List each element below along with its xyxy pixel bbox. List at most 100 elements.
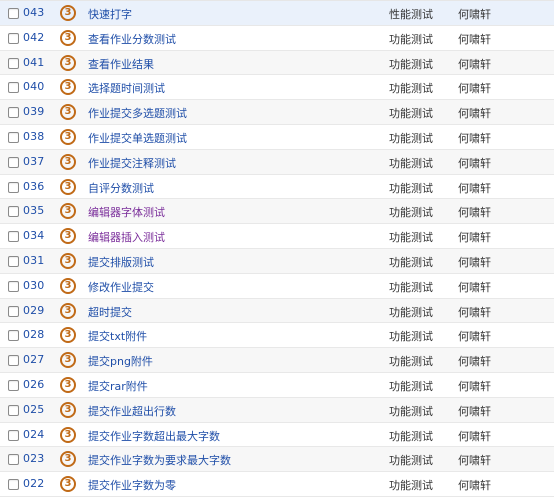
table-row[interactable]: 030 3 修改作业提交 功能测试 何啸轩	[0, 273, 554, 299]
row-checkbox[interactable]	[8, 82, 19, 94]
row-checkbox[interactable]	[8, 181, 19, 193]
row-checkbox[interactable]	[8, 231, 19, 243]
case-title-link[interactable]: 超时提交	[88, 304, 132, 320]
row-checkbox[interactable]	[8, 107, 19, 119]
table-row[interactable]: 040 3 选择题时间测试 功能测试 何啸轩	[0, 75, 554, 101]
case-id[interactable]: 042	[23, 31, 44, 44]
table-row[interactable]: 029 3 超时提交 功能测试 何啸轩	[0, 298, 554, 324]
case-id[interactable]: 038	[23, 130, 44, 143]
table-row[interactable]: 022 3 提交作业字数为零 功能测试 何啸轩	[0, 472, 554, 497]
table-row[interactable]: 042 3 查看作业分数测试 功能测试 何啸轩	[0, 25, 554, 51]
case-title-link[interactable]: 提交排版测试	[88, 254, 154, 270]
case-id[interactable]: 026	[23, 378, 44, 391]
case-id[interactable]: 035	[23, 204, 44, 217]
priority-badge: 3	[60, 228, 76, 245]
case-title-link[interactable]: 自评分数测试	[88, 180, 154, 196]
priority-badge: 3	[60, 426, 76, 443]
table-row[interactable]: 034 3 编辑器插入测试 功能测试 何啸轩	[0, 224, 554, 249]
case-title-link[interactable]: 查看作业结果	[88, 56, 154, 72]
row-checkbox[interactable]	[8, 305, 19, 317]
table-row[interactable]: 037 3 作业提交注释测试 功能测试 何啸轩	[0, 149, 554, 175]
case-type: 功能测试	[389, 82, 433, 96]
case-title-link[interactable]: 提交作业字数超出最大字数	[88, 428, 220, 444]
row-checkbox[interactable]	[8, 57, 19, 69]
row-checkbox[interactable]	[8, 131, 19, 143]
case-title-link[interactable]: 选择题时间测试	[88, 80, 165, 96]
table-row[interactable]: 026 3 提交rar附件 功能测试 何啸轩	[0, 372, 554, 398]
case-title-link[interactable]: 作业提交单选题测试	[88, 130, 187, 146]
case-id[interactable]: 028	[23, 328, 44, 341]
table-row[interactable]: 024 3 提交作业字数超出最大字数 功能测试 何啸轩	[0, 422, 554, 448]
case-id[interactable]: 029	[23, 304, 44, 317]
priority-badge: 3	[60, 128, 76, 145]
table-row[interactable]: 039 3 作业提交多选题测试 功能测试 何啸轩	[0, 100, 554, 125]
case-title-link[interactable]: 提交png附件	[88, 353, 153, 369]
case-title-link[interactable]: 编辑器插入测试	[88, 229, 165, 245]
row-checkbox[interactable]	[8, 379, 19, 391]
row-checkbox[interactable]	[8, 206, 19, 218]
case-id[interactable]: 040	[23, 80, 44, 93]
table-row[interactable]: 035 3 编辑器字体测试 功能测试 何啸轩	[0, 199, 554, 225]
case-type: 功能测试	[389, 131, 433, 145]
case-owner: 何啸轩	[458, 429, 491, 443]
case-type: 功能测试	[389, 330, 433, 344]
table-row[interactable]: 043 3 快速打字 性能测试 何啸轩	[0, 1, 554, 26]
case-type: 功能测试	[389, 32, 433, 46]
row-checkbox[interactable]	[8, 454, 19, 466]
priority-badge: 3	[60, 54, 76, 71]
table-row[interactable]: 036 3 自评分数测试 功能测试 何啸轩	[0, 174, 554, 200]
case-title-link[interactable]: 提交txt附件	[88, 328, 147, 344]
case-title-link[interactable]: 提交作业超出行数	[88, 403, 176, 419]
table-row[interactable]: 031 3 提交排版测试 功能测试 何啸轩	[0, 248, 554, 274]
case-id[interactable]: 025	[23, 403, 44, 416]
row-checkbox[interactable]	[8, 404, 19, 416]
case-owner: 何啸轩	[458, 8, 491, 21]
case-title-link[interactable]: 快速打字	[88, 6, 132, 22]
test-case-table: 043 3 快速打字 性能测试 何啸轩 042 3 查看作业分数测试 功能测试 …	[0, 0, 554, 504]
case-title-link[interactable]: 提交rar附件	[88, 378, 148, 394]
case-title-link[interactable]: 提交作业字数为零	[88, 477, 176, 493]
row-checkbox[interactable]	[8, 355, 19, 367]
table-row[interactable]: 023 3 提交作业字数为要求最大字数 功能测试 何啸轩	[0, 447, 554, 473]
row-checkbox[interactable]	[8, 156, 19, 168]
row-checkbox[interactable]	[8, 32, 19, 44]
row-checkbox[interactable]	[8, 280, 19, 292]
case-type: 功能测试	[389, 404, 433, 418]
case-owner: 何啸轩	[458, 231, 491, 245]
case-title-link[interactable]: 修改作业提交	[88, 279, 154, 295]
case-id[interactable]: 030	[23, 279, 44, 292]
case-id[interactable]: 031	[23, 254, 44, 267]
row-checkbox[interactable]	[8, 8, 19, 19]
case-id[interactable]: 022	[23, 477, 44, 490]
case-title-link[interactable]: 提交作业字数为要求最大字数	[88, 452, 231, 468]
case-id[interactable]: 027	[23, 353, 44, 366]
row-checkbox[interactable]	[8, 479, 19, 491]
case-id[interactable]: 039	[23, 105, 44, 118]
case-type: 功能测试	[389, 280, 433, 294]
case-type: 功能测试	[389, 305, 433, 319]
case-id[interactable]: 036	[23, 180, 44, 193]
case-owner: 何啸轩	[458, 107, 491, 121]
row-checkbox[interactable]	[8, 255, 19, 267]
case-owner: 何啸轩	[458, 32, 491, 46]
table-row[interactable]: 041 3 查看作业结果 功能测试 何啸轩	[0, 50, 554, 76]
priority-badge: 3	[60, 153, 76, 170]
case-type: 功能测试	[389, 379, 433, 393]
case-id[interactable]: 041	[23, 56, 44, 69]
case-id[interactable]: 043	[23, 6, 44, 19]
row-checkbox[interactable]	[8, 330, 19, 342]
table-row[interactable]: 027 3 提交png附件 功能测试 何啸轩	[0, 348, 554, 373]
case-id[interactable]: 037	[23, 155, 44, 168]
case-title-link[interactable]: 作业提交多选题测试	[88, 105, 187, 121]
case-id[interactable]: 024	[23, 428, 44, 441]
case-title-link[interactable]: 编辑器字体测试	[88, 204, 165, 220]
table-row[interactable]: 028 3 提交txt附件 功能测试 何啸轩	[0, 323, 554, 349]
priority-badge: 3	[60, 203, 76, 220]
table-row[interactable]: 038 3 作业提交单选题测试 功能测试 何啸轩	[0, 124, 554, 150]
row-checkbox[interactable]	[8, 429, 19, 441]
case-id[interactable]: 034	[23, 229, 44, 242]
case-title-link[interactable]: 作业提交注释测试	[88, 155, 176, 171]
table-row[interactable]: 025 3 提交作业超出行数 功能测试 何啸轩	[0, 397, 554, 423]
case-id[interactable]: 023	[23, 452, 44, 465]
case-title-link[interactable]: 查看作业分数测试	[88, 31, 176, 47]
